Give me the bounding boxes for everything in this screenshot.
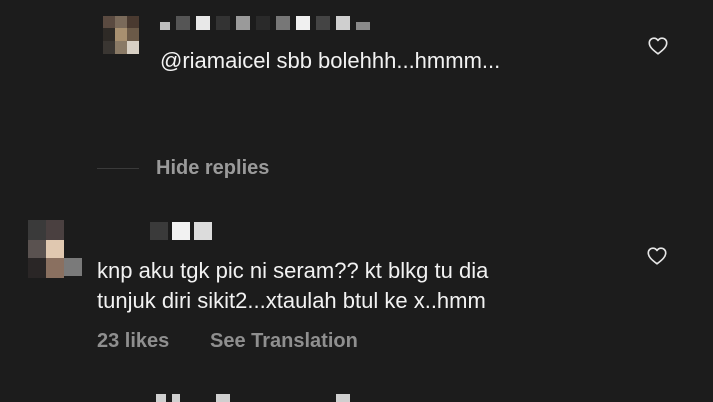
comment-username-redacted[interactable]	[150, 222, 220, 240]
comment-text: knp aku tgk pic ni seram?? kt blkg tu di…	[97, 256, 488, 316]
hide-replies-button[interactable]: Hide replies	[156, 157, 269, 180]
likes-count[interactable]: 23 likes	[97, 330, 169, 353]
comment-avatar[interactable]	[28, 220, 82, 278]
reply-avatar[interactable]	[103, 16, 139, 54]
reply-username-redacted[interactable]	[160, 16, 370, 30]
reply-text: @riamaicel sbb bolehhh...hmmm...	[160, 48, 501, 73]
heart-outline-icon[interactable]	[647, 35, 669, 57]
comment-text-line-2: tunjuk diri sikit2...xtaulah btul ke x..…	[97, 288, 486, 313]
replies-divider	[97, 168, 139, 169]
heart-outline-icon[interactable]	[646, 245, 668, 267]
see-translation-button[interactable]: See Translation	[210, 330, 358, 353]
comment-text-line-1: knp aku tgk pic ni seram?? kt blkg tu di…	[97, 258, 489, 283]
